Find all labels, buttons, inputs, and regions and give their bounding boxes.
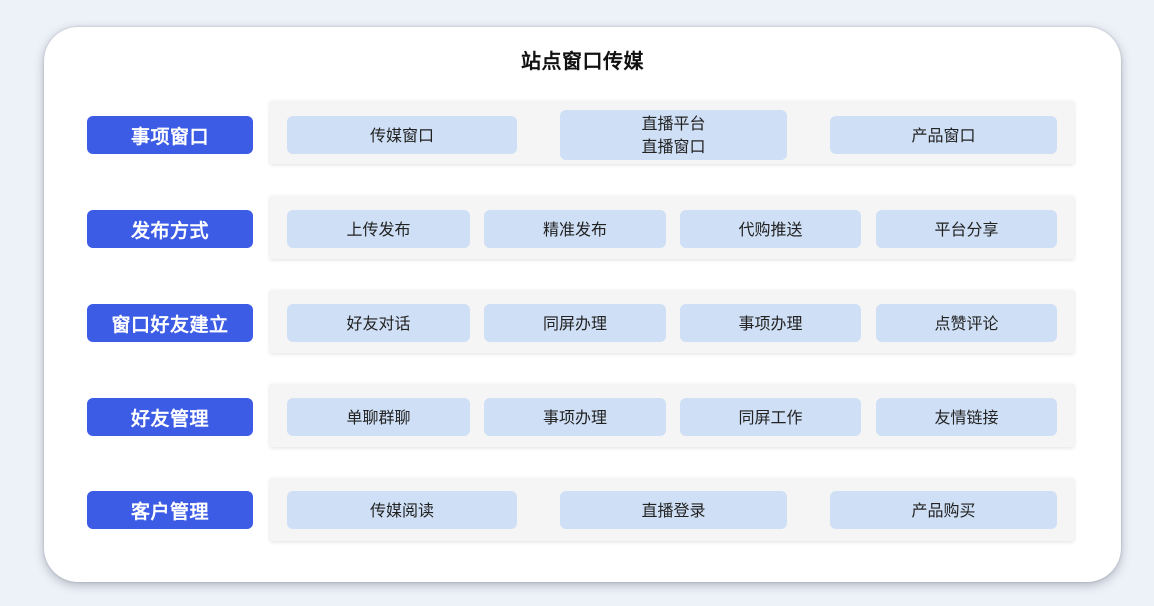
item-chip: 好友对话 — [287, 304, 470, 342]
item-chip: 传媒窗口 — [287, 116, 517, 154]
item-chip: 代购推送 — [680, 210, 861, 248]
item-label: 事项办理 — [738, 313, 803, 333]
item-label: 直播平台 — [641, 114, 706, 133]
item-chip: 上传发布 — [287, 210, 470, 248]
item-label: 传媒阅读 — [369, 500, 434, 520]
item-label: 同屏办理 — [542, 313, 607, 333]
item-label: 传媒窗口 — [369, 125, 434, 145]
item-label: 上传发布 — [346, 219, 411, 239]
item-chip: 事项办理 — [484, 398, 666, 436]
item-chip: 单聊群聊 — [287, 398, 470, 436]
diagram-title: 站点窗口传媒 — [521, 49, 644, 73]
item-chip: 传媒阅读 — [287, 491, 517, 529]
row-label: 事项窗口 — [87, 116, 253, 154]
item-label: 点赞评论 — [934, 313, 999, 333]
item-label: 平台分享 — [934, 219, 999, 239]
item-chip: 点赞评论 — [876, 304, 1057, 342]
item-chip: 精准发布 — [484, 210, 666, 248]
row-label: 好友管理 — [87, 398, 253, 436]
item-label: 直播窗口 — [641, 137, 706, 156]
item-chip: 友情链接 — [876, 398, 1057, 436]
item-label: 产品窗口 — [911, 125, 976, 145]
item-chip: 同屏工作 — [680, 398, 861, 436]
item-label: 好友对话 — [346, 313, 411, 333]
row-label: 客户管理 — [87, 491, 253, 529]
item-chip: 直播平台 直播窗口 — [560, 110, 787, 160]
item-label: 代购推送 — [738, 219, 803, 239]
row-label: 发布方式 — [87, 210, 253, 248]
item-chip: 事项办理 — [680, 304, 861, 342]
item-label: 同屏工作 — [738, 407, 803, 427]
item-label: 直播登录 — [641, 500, 706, 520]
item-chip: 产品窗口 — [830, 116, 1057, 154]
item-chip: 产品购买 — [830, 491, 1057, 529]
item-label: 单聊群聊 — [346, 407, 411, 427]
item-chip: 同屏办理 — [484, 304, 666, 342]
item-chip: 直播登录 — [560, 491, 787, 529]
item-label: 友情链接 — [934, 407, 999, 427]
item-label: 精准发布 — [542, 219, 607, 239]
item-chip: 平台分享 — [876, 210, 1057, 248]
item-label: 事项办理 — [542, 407, 607, 427]
item-label: 产品购买 — [911, 500, 976, 520]
row-label: 窗口好友建立 — [87, 304, 253, 342]
